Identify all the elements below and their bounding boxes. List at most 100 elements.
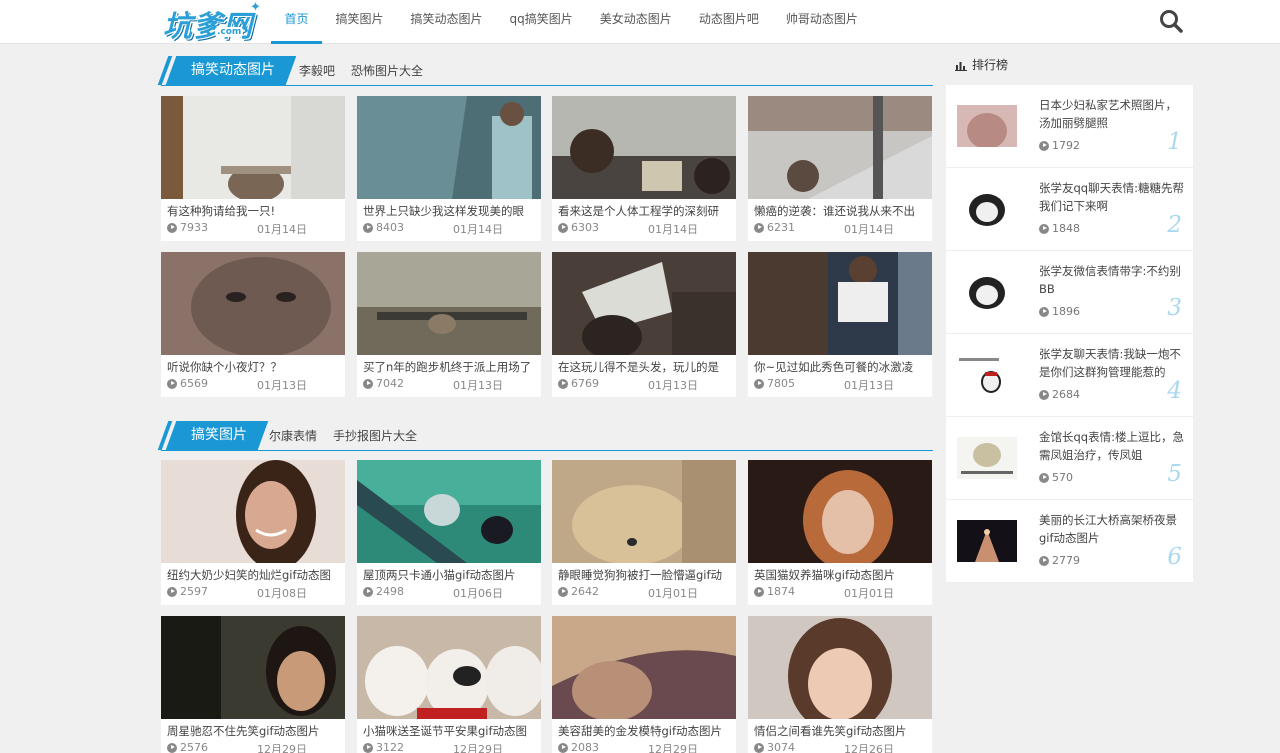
rank-thumbnail [957,520,1017,562]
gif-card[interactable]: 世界上只缺少我这样发现美的眼 8403 01月14日 [357,96,541,241]
post-date: 01月06日 [453,587,503,600]
star-icon: ✦ [250,0,261,15]
post-date: 01月01日 [844,587,894,600]
nav-item-gif-bar[interactable]: 动态图片吧 [685,0,772,44]
rank-list: 日本少妇私家艺术照图片，汤加丽劈腿照 1792 1 张学友qq聊天表情:糖糖先帮… [946,85,1193,583]
thumbnail-image [748,252,932,355]
play-circle-icon [167,378,177,389]
sublink[interactable]: 尔康表情 [269,427,317,444]
play-circle-icon [1039,306,1049,317]
view-count: 2597 [180,585,208,598]
rank-item[interactable]: 张学友微信表情带字:不约别BB 1896 3 [946,251,1193,334]
gif-card[interactable]: 情侣之间看谁先笑gif动态图片 3074 12月26日 [748,616,932,753]
gif-card[interactable]: 静眼睡觉狗狗被打一脸懵逼gif动 2642 01月01日 [552,460,736,605]
play-circle-icon [167,742,177,753]
rank-thumbnail [957,271,1017,313]
play-circle-icon [558,586,568,597]
post-date: 12月29日 [648,743,698,753]
play-circle-icon [754,222,764,233]
play-circle-icon [167,586,177,597]
view-count: 2576 [180,741,208,753]
post-date: 01月14日 [257,223,307,236]
card-title: 买了n年的跑步机终于派上用场了 [363,360,532,374]
view-count: 1874 [767,585,795,598]
gif-card[interactable]: 小猫咪送圣诞节平安果gif动态图 3122 12月29日 [357,616,541,753]
post-date: 01月14日 [453,223,503,236]
card-title: 在这玩儿得不是头发，玩儿的是 [558,360,719,374]
gif-card[interactable]: 有这种狗请给我一只! 7933 01月14日 [161,96,345,241]
thumbnail-image [552,252,736,355]
rank-item[interactable]: 美丽的长江大桥高架桥夜景gif动态图片 2779 6 [946,500,1193,583]
rank-number: 6 [1167,544,1182,570]
rank-number: 4 [1167,378,1182,404]
view-count: 6303 [571,221,599,234]
rank-item-title: 美丽的长江大桥高架桥夜景gif动态图片 [1039,513,1177,545]
nav-item-qq-funny[interactable]: qq搞笑图片 [496,0,586,44]
thumbnail-image [552,96,736,199]
play-circle-icon [754,378,764,389]
gif-card[interactable]: 周星驰忍不住先笑gif动态图片 2576 12月29日 [161,616,345,753]
nav-item-beauty-gifs[interactable]: 美女动态图片 [586,0,685,44]
post-date: 01月13日 [257,379,307,392]
play-circle-icon [1039,223,1049,234]
sublink[interactable]: 李毅吧 [299,62,335,79]
site-logo[interactable]: 坑爹网 .com ✦ [163,0,261,43]
nav-item-handsome-gifs[interactable]: 帅哥动态图片 [772,0,871,44]
view-count: 570 [1052,471,1073,484]
play-circle-icon [363,378,373,389]
gif-card[interactable]: 美容甜美的金发模特gif动态图片 2083 12月29日 [552,616,736,753]
gif-card[interactable]: 买了n年的跑步机终于派上用场了 7042 01月13日 [357,252,541,397]
section-tag[interactable]: 搞笑图片 [161,421,269,450]
section-tag[interactable]: 搞笑动态图片 [161,56,297,85]
sublink[interactable]: 恐怖图片大全 [351,62,423,79]
view-count: 2498 [376,585,404,598]
gif-card[interactable]: 你~见过如此秀色可餐的冰激凌 7805 01月13日 [748,252,932,397]
view-count: 3074 [767,741,795,753]
card-title: 美容甜美的金发模特gif动态图片 [558,724,723,738]
play-circle-icon [1039,472,1049,483]
rank-item[interactable]: 日本少妇私家艺术照图片，汤加丽劈腿照 1792 1 [946,85,1193,168]
bar-chart-icon [955,60,967,71]
rank-item[interactable]: 张学友聊天表情:我缺一炮不是你们这群狗管理能惹的 2684 4 [946,334,1193,417]
thumbnail-image [357,96,541,199]
gif-card[interactable]: 屋顶两只卡通小猫gif动态图片 2498 01月06日 [357,460,541,605]
view-count: 7042 [376,377,404,390]
gif-card[interactable]: 听说你缺个小夜灯？？ 6569 01月13日 [161,252,345,397]
gif-card[interactable]: 懒癌的逆袭：谁还说我从来不出 6231 01月14日 [748,96,932,241]
play-circle-icon [1039,555,1049,566]
nav-item-funny-pics[interactable]: 搞笑图片 [322,0,397,44]
sublink[interactable]: 手抄报图片大全 [333,427,417,444]
rank-thumbnail [957,354,1017,396]
post-date: 12月29日 [257,743,307,753]
card-title: 静眼睡觉狗狗被打一脸懵逼gif动 [558,568,723,582]
main-nav: 首页 搞笑图片 搞笑动态图片 qq搞笑图片 美女动态图片 动态图片吧 帅哥动态图… [271,0,871,44]
thumbnail-image [552,616,736,719]
rank-title: 排行榜 [972,58,1009,72]
rank-item[interactable]: 张学友qq聊天表情:糖糖先帮我们记下来啊 1848 2 [946,168,1193,251]
rank-item-title: 张学友微信表情带字:不约别BB [1039,264,1181,296]
rank-item-title: 日本少妇私家艺术照图片，汤加丽劈腿照 [1039,98,1177,130]
thumbnail-image [552,460,736,563]
play-circle-icon [754,742,764,753]
gif-card[interactable]: 英国猫奴养猫咪gif动态图片 1874 01月01日 [748,460,932,605]
thumbnail-image [357,616,541,719]
gif-card[interactable]: 在这玩儿得不是头发，玩儿的是 6769 01月13日 [552,252,736,397]
thumbnail-image [748,96,932,199]
card-title: 英国猫奴养猫咪gif动态图片 [754,568,896,582]
rank-number: 1 [1167,129,1182,155]
nav-item-home[interactable]: 首页 [271,0,323,44]
site-header: 坑爹网 .com ✦ 首页 搞笑图片 搞笑动态图片 qq搞笑图片 美女动态图片 … [0,0,1280,44]
post-date: 01月14日 [844,223,894,236]
gif-card[interactable]: 纽约大奶少妇笑的灿烂gif动态图 2597 01月08日 [161,460,345,605]
search-icon[interactable] [1158,8,1184,34]
play-circle-icon [1039,389,1049,400]
post-date: 01月13日 [648,379,698,392]
gif-card[interactable]: 看来这是个人体工程学的深刻研 6303 01月14日 [552,96,736,241]
nav-item-funny-gifs[interactable]: 搞笑动态图片 [397,0,496,44]
play-circle-icon [558,222,568,233]
card-title: 你~见过如此秀色可餐的冰激凌 [754,360,914,374]
play-circle-icon [754,586,764,597]
rank-item-title: 金馆长qq表情:楼上逗比，急需凤姐治疗，传凤姐 [1039,430,1184,462]
thumbnail-image [161,616,345,719]
rank-item[interactable]: 金馆长qq表情:楼上逗比，急需凤姐治疗，传凤姐 570 5 [946,417,1193,500]
